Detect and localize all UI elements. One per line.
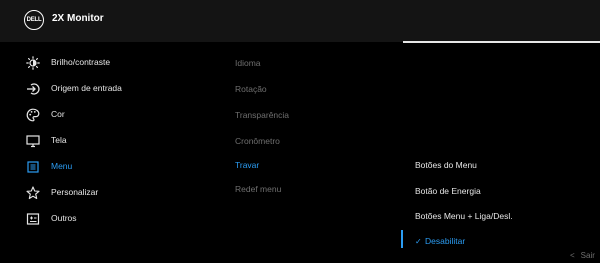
- exit-label: Sair: [580, 251, 595, 260]
- others-icon: [26, 213, 40, 225]
- submenu-item-travar[interactable]: Travar: [235, 160, 259, 170]
- menu-item-brilho-contraste[interactable]: Brilho/contraste: [0, 50, 222, 76]
- submenu-item-transparencia[interactable]: Transparência: [235, 110, 289, 120]
- menu-item-label: Origem de entrada: [51, 83, 122, 93]
- option-label: Desabilitar: [425, 236, 466, 246]
- display-icon: [26, 135, 40, 148]
- dell-logo: DELL: [24, 10, 44, 30]
- menu-item-menu[interactable]: Menu: [0, 154, 222, 180]
- menu-icon: [27, 161, 39, 173]
- menu-item-personalizar[interactable]: Personalizar: [0, 180, 222, 206]
- menu-item-label: Tela: [51, 135, 67, 145]
- monitor-title: 2X Monitor: [52, 13, 104, 24]
- exit-button[interactable]: < Sair: [570, 251, 595, 260]
- osd-window: DELL 2X Monitor Brilho/contraste Origem …: [0, 0, 600, 263]
- chevron-left-icon: <: [570, 251, 575, 260]
- color-palette-icon: [26, 108, 40, 122]
- option-botoes-menu-liga-desl[interactable]: Botões Menu + Liga/Desl.: [415, 211, 513, 221]
- submenu-item-idioma[interactable]: Idioma: [235, 58, 261, 68]
- selection-indicator: [401, 230, 403, 248]
- submenu-item-cronometro[interactable]: Cronômetro: [235, 136, 280, 146]
- menu-item-label: Brilho/contraste: [51, 57, 111, 67]
- submenu-item-rotacao[interactable]: Rotação: [235, 84, 267, 94]
- menu-item-label: Menu: [51, 161, 73, 171]
- menu-item-tela[interactable]: Tela: [0, 128, 222, 154]
- submenu-item-redef-menu[interactable]: Redef menu: [235, 184, 281, 194]
- menu-item-cor[interactable]: Cor: [0, 102, 222, 128]
- input-source-icon: [27, 83, 40, 95]
- option-desabilitar[interactable]: ✓ Desabilitar: [415, 236, 465, 246]
- menu-item-origem-de-entrada[interactable]: Origem de entrada: [0, 76, 222, 102]
- menu-item-label: Outros: [51, 213, 77, 223]
- header-divider: [403, 41, 600, 43]
- osd-header: DELL 2X Monitor: [0, 0, 600, 42]
- menu-item-outros[interactable]: Outros: [0, 206, 222, 232]
- check-icon: ✓: [415, 237, 422, 246]
- option-botoes-do-menu[interactable]: Botões do Menu: [415, 160, 477, 170]
- menu-item-label: Personalizar: [51, 187, 99, 197]
- star-icon: [26, 186, 40, 200]
- option-botao-de-energia[interactable]: Botão de Energia: [415, 186, 481, 196]
- menu-item-label: Cor: [51, 109, 65, 119]
- brightness-icon: [26, 56, 40, 70]
